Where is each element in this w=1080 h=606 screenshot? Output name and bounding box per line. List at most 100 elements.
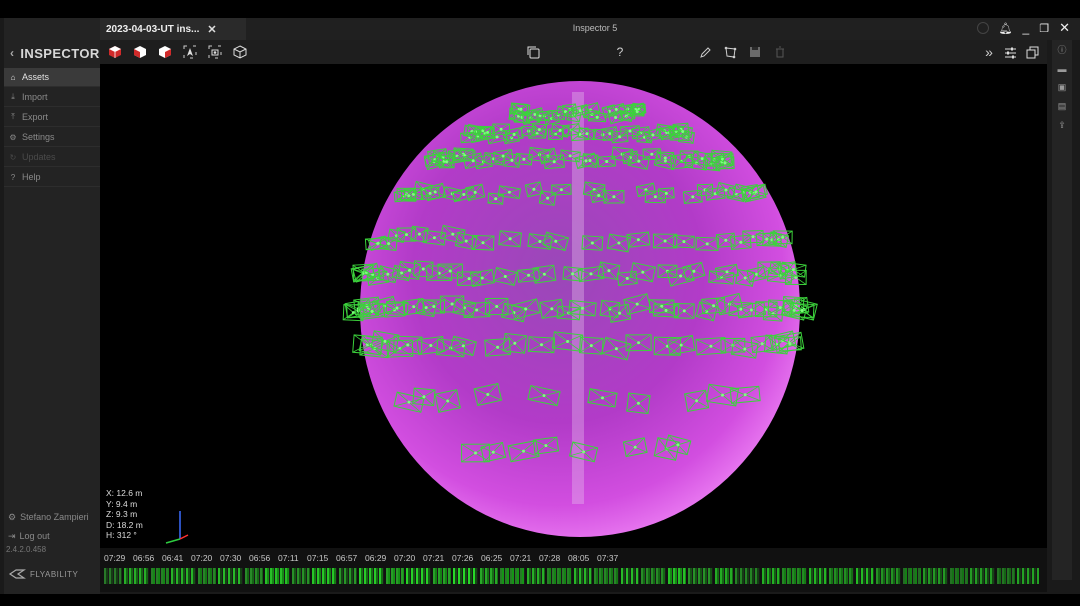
timeline-strip[interactable]: 07:29 06:56 06:41 07:20 07:30 06:56 07:11 07:15…: [100, 548, 1047, 592]
timeline-thumbnail[interactable]: [970, 568, 995, 584]
timeline-thumbnail[interactable]: [359, 568, 384, 584]
timeline-time[interactable]: 07:20: [394, 553, 423, 563]
sidebar-item-export[interactable]: ⤒ Export: [4, 108, 100, 127]
timeline-thumbnail[interactable]: [453, 568, 478, 584]
sidebar-item-assets[interactable]: ⌂ Assets: [4, 68, 100, 87]
timeline-thumbnail[interactable]: [923, 568, 948, 584]
upload-icon: ⤒: [11, 112, 15, 121]
timeline-thumbnail[interactable]: [950, 568, 968, 584]
timeline-time[interactable]: 06:41: [162, 553, 191, 563]
timeline-time[interactable]: 07:28: [539, 553, 568, 563]
cube-red-front-icon[interactable]: [133, 45, 147, 59]
sidebar-item-import[interactable]: ⤓ Import: [4, 88, 100, 107]
sidebar-item-settings[interactable]: ⚙ Settings: [4, 128, 100, 147]
timeline-thumbnail[interactable]: [171, 568, 196, 584]
timeline-time[interactable]: 06:57: [336, 553, 365, 563]
timeline-thumbnail[interactable]: [903, 568, 921, 584]
timeline-thumbnail[interactable]: [856, 568, 874, 584]
timeline-thumbnail[interactable]: [876, 568, 901, 584]
timeline-time[interactable]: 07:15: [307, 553, 336, 563]
window-restore-icon[interactable]: [1025, 45, 1039, 59]
timeline-thumbnail[interactable]: [292, 568, 310, 584]
copy-icon[interactable]: [526, 45, 540, 59]
pencil-icon[interactable]: [698, 45, 712, 59]
timeline-time[interactable]: 07:20: [191, 553, 220, 563]
timeline-thumbnail[interactable]: [574, 568, 592, 584]
sliders-icon[interactable]: [1003, 45, 1017, 59]
timeline-thumbnail[interactable]: [500, 568, 525, 584]
document-icon[interactable]: ▤: [1052, 97, 1072, 116]
navigate-icon[interactable]: [183, 45, 197, 59]
bell-icon[interactable]: 🔔︎: [999, 22, 1013, 35]
timeline-time[interactable]: 07:37: [597, 553, 626, 563]
user-profile[interactable]: ⚙ Stefano Zampieri: [4, 508, 104, 526]
timeline-thumbnail[interactable]: [547, 568, 572, 584]
timeline-thumbnail[interactable]: [688, 568, 713, 584]
timeline-time[interactable]: 07:11: [278, 553, 307, 563]
timeline-thumbnail[interactable]: [339, 568, 357, 584]
minimize-icon[interactable]: _: [1023, 21, 1030, 35]
image-icon[interactable]: ▣: [1052, 78, 1072, 97]
sphere-scene[interactable]: [100, 64, 1047, 548]
timeline-time[interactable]: 07:21: [510, 553, 539, 563]
timeline-thumbnail[interactable]: [735, 568, 760, 584]
timeline-thumbnail[interactable]: [433, 568, 451, 584]
sidebar-item-help[interactable]: ? Help: [4, 168, 100, 187]
timeline-time[interactable]: 06:29: [365, 553, 394, 563]
timeline-thumbnail[interactable]: [406, 568, 431, 584]
timeline-time[interactable]: 07:30: [220, 553, 249, 563]
restore-icon[interactable]: ❐: [1039, 22, 1049, 35]
timeline-time[interactable]: 06:56: [249, 553, 278, 563]
timeline-time[interactable]: 07:21: [423, 553, 452, 563]
cube-outline-icon[interactable]: [233, 45, 247, 59]
help-icon[interactable]: ?: [613, 45, 627, 59]
folder-icon[interactable]: ▬: [1052, 59, 1072, 78]
timeline-thumbnail[interactable]: [621, 568, 639, 584]
timeline-thumbnail[interactable]: [198, 568, 216, 584]
document-tab[interactable]: 2023-04-03-UT ins... ✕: [100, 18, 246, 40]
timeline-thumbnail[interactable]: [762, 568, 780, 584]
close-tab-icon[interactable]: ✕: [207, 23, 216, 36]
timeline-thumbnail[interactable]: [245, 568, 263, 584]
timeline-thumbnail[interactable]: [218, 568, 243, 584]
save-icon[interactable]: [748, 45, 762, 59]
timeline-thumbnail[interactable]: [641, 568, 666, 584]
timeline-thumbnail[interactable]: [1017, 568, 1039, 584]
timeline-time[interactable]: 06:25: [481, 553, 510, 563]
timeline-thumbnail[interactable]: [124, 568, 149, 584]
coord-y: Y: 9.4 m: [106, 498, 138, 509]
timeline-time[interactable]: 06:56: [133, 553, 162, 563]
close-window-icon[interactable]: ✕: [1059, 20, 1070, 36]
timeline-time[interactable]: 08:05: [568, 553, 597, 563]
timeline-time[interactable]: 07:29: [104, 553, 133, 563]
timeline-thumbnail[interactable]: [829, 568, 854, 584]
timeline-time[interactable]: 07:26: [452, 553, 481, 563]
brand[interactable]: ‹ INSPECTOR: [10, 44, 100, 62]
camera-target-icon[interactable]: [208, 45, 222, 59]
timeline-thumbnail[interactable]: [386, 568, 404, 584]
timeline-thumbnail[interactable]: [480, 568, 498, 584]
timeline-thumbnail[interactable]: [527, 568, 545, 584]
timeline-thumbnails[interactable]: [104, 568, 1039, 584]
timeline-thumbnail[interactable]: [997, 568, 1015, 584]
timeline-thumbnail[interactable]: [782, 568, 807, 584]
timeline-thumbnail[interactable]: [312, 568, 337, 584]
back-chevron-icon[interactable]: ‹: [10, 46, 14, 60]
share-icon[interactable]: ⇪: [1052, 116, 1072, 135]
timeline-thumbnail[interactable]: [594, 568, 619, 584]
cube-red-icon[interactable]: [108, 45, 122, 59]
cube-red-side-icon[interactable]: [158, 45, 172, 59]
3d-viewport[interactable]: X: 12.6 m Y: 9.4 m Z: 9.3 m D: 18.2 m H:…: [100, 64, 1047, 548]
timeline-thumbnail[interactable]: [104, 568, 122, 584]
logout-icon: ⇥: [8, 530, 16, 541]
trash-icon[interactable]: [773, 45, 787, 59]
logout-button[interactable]: ⇥ Log out: [4, 527, 104, 545]
timeline-thumbnail[interactable]: [668, 568, 686, 584]
chevrons-right-icon[interactable]: »: [982, 44, 996, 60]
timeline-thumbnail[interactable]: [151, 568, 169, 584]
info-icon[interactable]: ⓘ: [1052, 40, 1072, 59]
polygon-icon[interactable]: [723, 45, 737, 59]
timeline-thumbnail[interactable]: [809, 568, 827, 584]
timeline-thumbnail[interactable]: [715, 568, 733, 584]
timeline-thumbnail[interactable]: [265, 568, 290, 584]
